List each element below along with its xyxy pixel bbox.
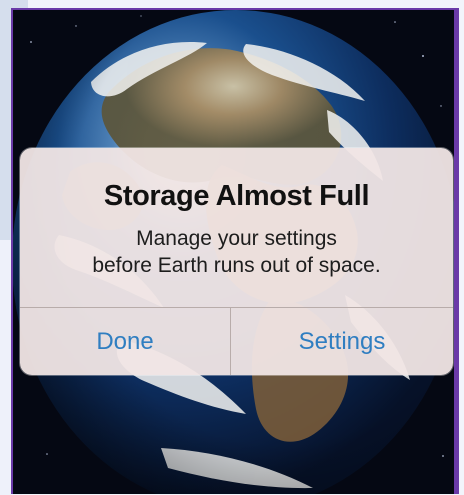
alert-message: Manage your settings before Earth runs o… [20, 225, 453, 279]
screenshot-frame: Storage Almost Full Manage your settings… [0, 0, 464, 495]
storage-alert-dialog: Storage Almost Full Manage your settings… [20, 148, 453, 375]
settings-button[interactable]: Settings [231, 308, 453, 375]
alert-title: Storage Almost Full [103, 180, 370, 212]
done-button[interactable]: Done [20, 308, 230, 375]
alert-message-line-2: before Earth runs out of space. [92, 254, 381, 277]
alert-message-line-1: Manage your settings [136, 227, 337, 250]
